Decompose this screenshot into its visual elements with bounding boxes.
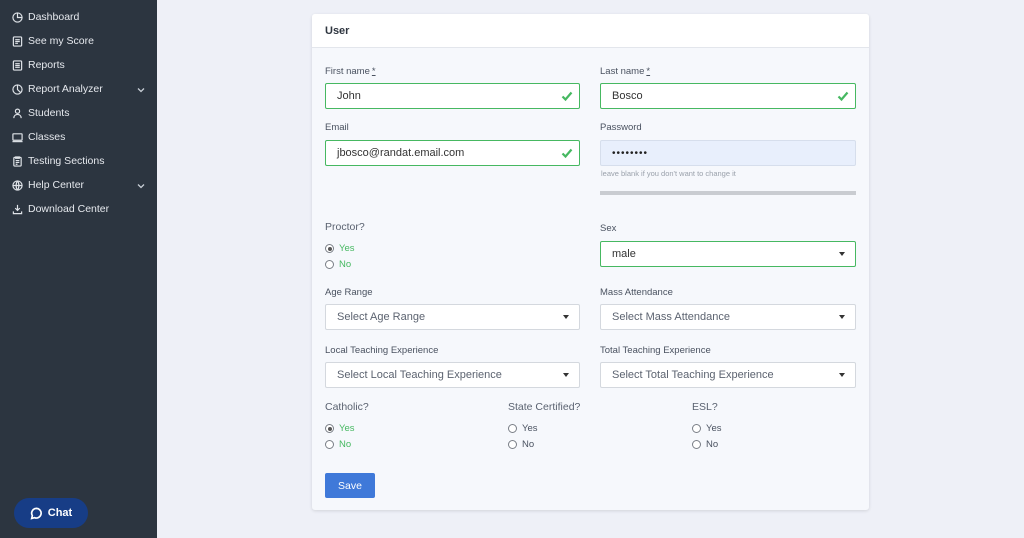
email-label: Email [325, 122, 349, 133]
analyzer-icon [11, 83, 23, 95]
chat-button[interactable]: Chat [14, 498, 88, 528]
user-form-card: User First name * John Last name * Bosco E… [312, 14, 869, 510]
age-range-label: Age Range [325, 287, 373, 298]
email-value: jbosco@randat.email.com [337, 147, 465, 159]
caret-down-icon [839, 373, 845, 377]
sidebar-item-label: Report Analyzer [28, 83, 103, 95]
total-teaching-label: Total Teaching Experience [600, 345, 711, 356]
esl-label: ESL? [692, 401, 718, 413]
sex-select[interactable]: male [600, 241, 856, 267]
sidebar-item-help-center[interactable]: Help Center [0, 173, 157, 197]
local-teaching-placeholder: Select Local Teaching Experience [337, 369, 502, 381]
valid-check-icon [837, 90, 849, 102]
password-strength-bar [600, 191, 856, 195]
sidebar-item-label: Help Center [28, 179, 85, 191]
sidebar-item-report-analyzer[interactable]: Report Analyzer [0, 77, 157, 101]
sidebar-item-label: Download Center [28, 203, 110, 215]
chevron-down-icon [137, 181, 145, 189]
password-hint: leave blank if you don't want to change … [601, 169, 736, 178]
sidebar-item-label: Reports [28, 59, 65, 71]
sidebar-item-see-my-score[interactable]: See my Score [0, 29, 157, 53]
sidebar-item-label: Testing Sections [28, 155, 105, 167]
valid-check-icon [561, 147, 573, 159]
sidebar-item-label: See my Score [28, 35, 94, 47]
esl-no-radio[interactable]: No [692, 439, 718, 450]
catholic-yes-radio[interactable]: Yes [325, 423, 355, 434]
first-name-value: John [337, 90, 361, 102]
reports-icon [11, 59, 23, 71]
email-field[interactable]: jbosco@randat.email.com [325, 140, 580, 166]
age-range-select[interactable]: Select Age Range [325, 304, 580, 330]
last-name-field[interactable]: Bosco [600, 83, 856, 109]
mass-attendance-label: Mass Attendance [600, 287, 673, 298]
first-name-field[interactable]: John [325, 83, 580, 109]
download-icon [11, 203, 23, 215]
sidebar-item-students[interactable]: Students [0, 101, 157, 125]
password-field[interactable]: •••••••• [600, 140, 856, 166]
state-certified-no-radio[interactable]: No [508, 439, 534, 450]
sex-value: male [612, 248, 636, 260]
password-value: •••••••• [612, 147, 649, 159]
last-name-label: Last name * [600, 66, 651, 77]
total-teaching-placeholder: Select Total Teaching Experience [612, 369, 774, 381]
sidebar-item-label: Classes [28, 131, 66, 143]
esl-yes-radio[interactable]: Yes [692, 423, 722, 434]
sidebar-item-reports[interactable]: Reports [0, 53, 157, 77]
classes-icon [11, 131, 23, 143]
caret-down-icon [563, 373, 569, 377]
card-title: User [312, 14, 869, 48]
catholic-label: Catholic? [325, 401, 369, 413]
last-name-value: Bosco [612, 90, 643, 102]
first-name-label: First name * [325, 66, 376, 77]
sidebar-item-classes[interactable]: Classes [0, 125, 157, 149]
sidebar-item-label: Students [28, 107, 70, 119]
chat-label: Chat [47, 507, 73, 519]
sidebar-item-dashboard[interactable]: Dashboard [0, 5, 157, 29]
proctor-yes-radio[interactable]: Yes [325, 243, 355, 254]
local-teaching-select[interactable]: Select Local Teaching Experience [325, 362, 580, 388]
password-label: Password [600, 122, 642, 133]
caret-down-icon [839, 252, 845, 256]
dashboard-icon [11, 11, 23, 23]
score-icon [11, 35, 23, 47]
sidebar-nav: Dashboard See my Score Reports Report An… [0, 0, 157, 221]
sidebar-item-label: Dashboard [28, 11, 80, 23]
sex-label: Sex [600, 223, 617, 234]
total-teaching-select[interactable]: Select Total Teaching Experience [600, 362, 856, 388]
local-teaching-label: Local Teaching Experience [325, 345, 439, 356]
save-button[interactable]: Save [325, 473, 375, 498]
sidebar: Dashboard See my Score Reports Report An… [0, 0, 157, 538]
catholic-no-radio[interactable]: No [325, 439, 351, 450]
chat-bubble-icon [30, 507, 42, 520]
clipboard-icon [11, 155, 23, 167]
valid-check-icon [561, 90, 573, 102]
sidebar-item-download-center[interactable]: Download Center [0, 197, 157, 221]
proctor-label: Proctor? [325, 221, 365, 233]
mass-attendance-select[interactable]: Select Mass Attendance [600, 304, 856, 330]
caret-down-icon [563, 315, 569, 319]
chevron-down-icon [137, 85, 145, 93]
help-icon [11, 179, 23, 191]
caret-down-icon [839, 315, 845, 319]
students-icon [11, 107, 23, 119]
state-certified-label: State Certified? [508, 401, 581, 413]
age-range-placeholder: Select Age Range [337, 311, 426, 323]
sidebar-item-testing-sections[interactable]: Testing Sections [0, 149, 157, 173]
state-certified-yes-radio[interactable]: Yes [508, 423, 538, 434]
mass-attendance-placeholder: Select Mass Attendance [612, 311, 731, 323]
proctor-no-radio[interactable]: No [325, 259, 351, 270]
